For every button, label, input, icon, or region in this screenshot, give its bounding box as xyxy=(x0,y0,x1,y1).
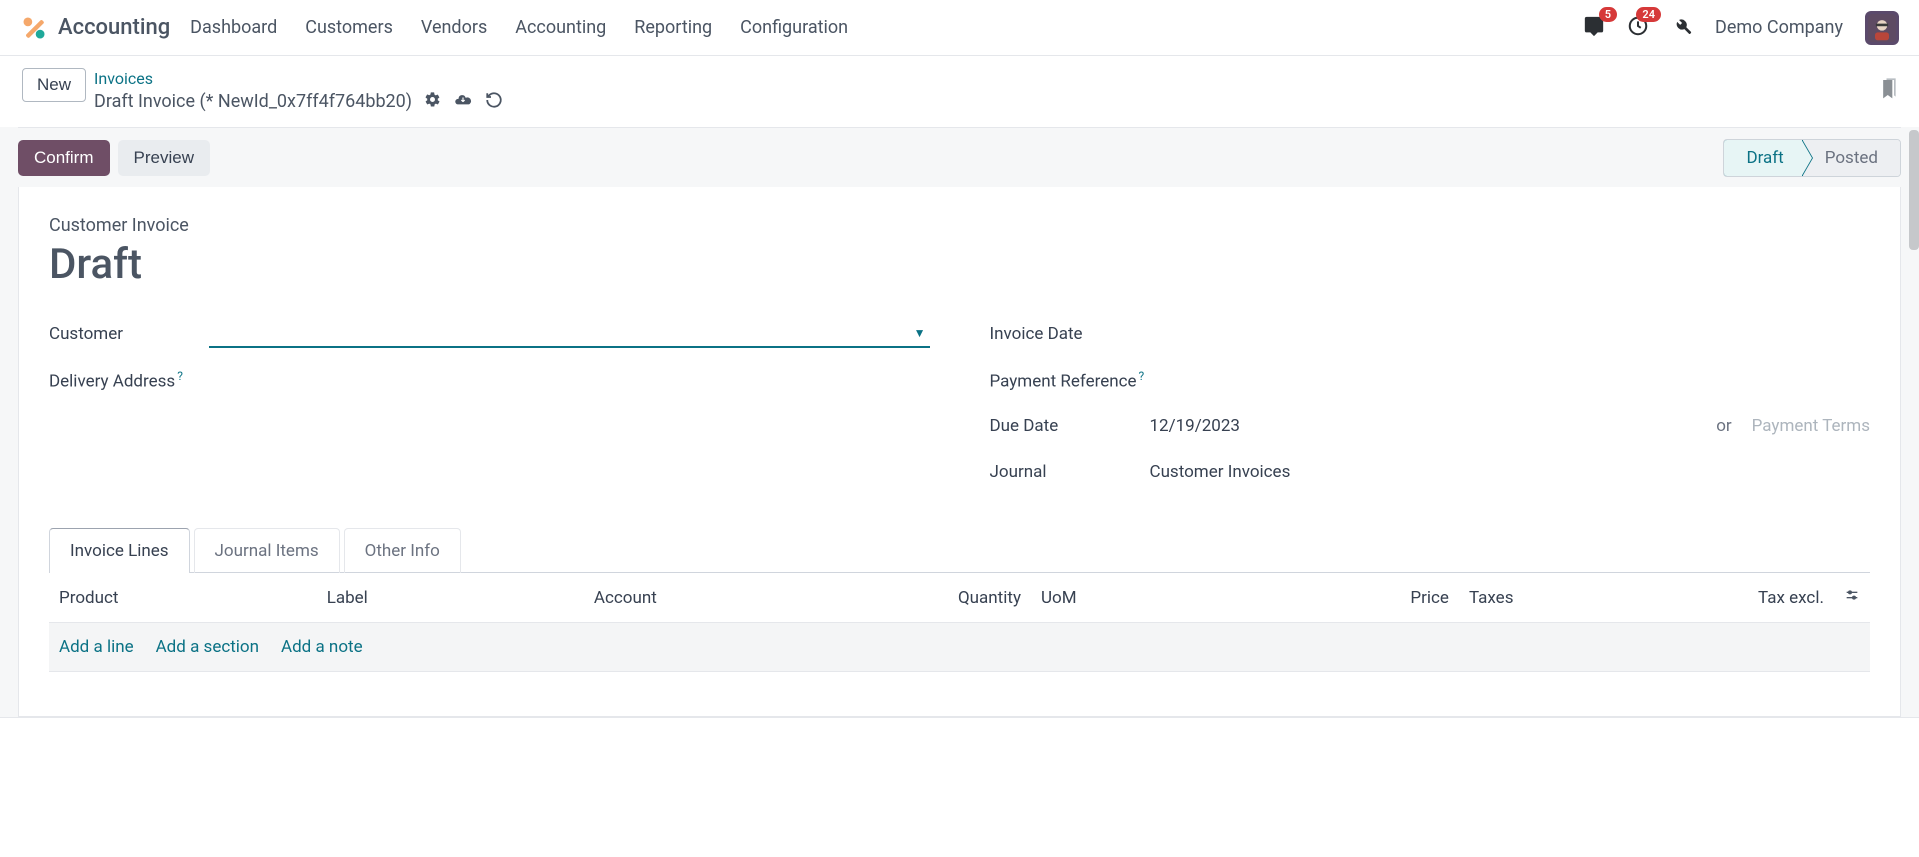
table-empty-row xyxy=(49,672,1870,716)
col-product[interactable]: Product xyxy=(49,573,317,623)
help-icon[interactable]: ? xyxy=(1139,369,1145,383)
help-icon[interactable]: ? xyxy=(177,369,183,383)
doc-type-label: Customer Invoice xyxy=(49,215,1870,236)
bookmark-icon[interactable] xyxy=(1879,78,1899,106)
customer-label: Customer xyxy=(49,324,209,344)
user-avatar[interactable] xyxy=(1865,11,1899,45)
tab-other-info[interactable]: Other Info xyxy=(344,528,461,573)
tab-invoice-lines[interactable]: Invoice Lines xyxy=(49,528,190,573)
col-label[interactable]: Label xyxy=(317,573,584,623)
breadcrumb-parent[interactable]: Invoices xyxy=(94,68,503,90)
main-menu: Dashboard Customers Vendors Accounting R… xyxy=(190,17,848,38)
app-title[interactable]: Accounting xyxy=(58,15,170,40)
menu-vendors[interactable]: Vendors xyxy=(421,17,487,38)
add-section-link[interactable]: Add a section xyxy=(156,637,259,657)
menu-configuration[interactable]: Configuration xyxy=(740,17,848,38)
activities-icon[interactable]: 24 xyxy=(1627,15,1649,41)
new-button[interactable]: New xyxy=(22,68,86,102)
menu-customers[interactable]: Customers xyxy=(305,17,393,38)
activities-badge: 24 xyxy=(1636,7,1661,22)
confirm-button[interactable]: Confirm xyxy=(18,140,110,176)
discard-undo-icon[interactable] xyxy=(485,91,503,115)
journal-label: Journal xyxy=(990,462,1150,482)
tools-icon[interactable] xyxy=(1671,15,1693,41)
left-column: Customer ▼ Delivery Address? xyxy=(49,311,930,495)
scrollbar[interactable] xyxy=(1909,130,1919,250)
preview-button[interactable]: Preview xyxy=(118,140,210,176)
status-bar: Confirm Preview Draft Posted xyxy=(18,127,1901,187)
invoice-date-label: Invoice Date xyxy=(990,324,1150,344)
brand-area: Accounting xyxy=(20,14,170,42)
payment-terms-field[interactable]: Payment Terms xyxy=(1752,416,1870,436)
payment-ref-label: Payment Reference? xyxy=(990,369,1150,392)
right-column: Invoice Date Payment Reference? Due Date… xyxy=(990,311,1871,495)
control-bar: New Invoices Draft Invoice (* NewId_0x7f… xyxy=(0,56,1919,127)
col-price[interactable]: Price xyxy=(1351,573,1459,623)
add-line-link[interactable]: Add a line xyxy=(59,637,134,657)
col-taxes[interactable]: Taxes xyxy=(1459,573,1726,623)
app-logo-icon[interactable] xyxy=(20,14,48,42)
delivery-address-label: Delivery Address? xyxy=(49,369,209,392)
menu-accounting[interactable]: Accounting xyxy=(515,17,606,38)
add-note-link[interactable]: Add a note xyxy=(281,637,363,657)
cloud-save-icon[interactable] xyxy=(453,90,473,116)
messages-badge: 5 xyxy=(1599,7,1617,22)
due-date-field[interactable]: 12/19/2023 xyxy=(1150,416,1240,436)
column-options-icon[interactable] xyxy=(1844,588,1860,608)
table-add-row: Add a line Add a section Add a note xyxy=(49,623,1870,672)
col-tax-excl[interactable]: Tax excl. xyxy=(1726,573,1834,623)
tab-bar: Invoice Lines Journal Items Other Info xyxy=(49,527,1870,573)
navbar-right: 5 24 Demo Company xyxy=(1583,11,1899,45)
status-step-posted[interactable]: Posted xyxy=(1803,140,1900,176)
doc-title: Draft xyxy=(49,240,1870,289)
top-navbar: Accounting Dashboard Customers Vendors A… xyxy=(0,0,1919,56)
journal-field[interactable]: Customer Invoices xyxy=(1150,462,1871,482)
form-sheet: Customer Invoice Draft Customer ▼ Delive… xyxy=(18,187,1901,717)
breadcrumb: Invoices Draft Invoice (* NewId_0x7ff4f7… xyxy=(94,68,503,115)
company-switcher[interactable]: Demo Company xyxy=(1715,17,1843,38)
customer-field[interactable]: ▼ xyxy=(209,320,930,348)
col-uom[interactable]: UoM xyxy=(1031,573,1351,623)
or-separator: or xyxy=(1716,416,1731,436)
col-quantity[interactable]: Quantity xyxy=(905,573,1031,623)
col-account[interactable]: Account xyxy=(584,573,905,623)
tab-journal-items[interactable]: Journal Items xyxy=(194,528,340,573)
status-steps: Draft Posted xyxy=(1723,139,1901,177)
due-date-label: Due Date xyxy=(990,416,1150,436)
messages-icon[interactable]: 5 xyxy=(1583,15,1605,41)
dropdown-caret-icon: ▼ xyxy=(914,326,926,340)
settings-gear-icon[interactable] xyxy=(424,91,441,114)
menu-dashboard[interactable]: Dashboard xyxy=(190,17,277,38)
menu-reporting[interactable]: Reporting xyxy=(634,17,712,38)
invoice-lines-table: Product Label Account Quantity UoM Price… xyxy=(49,573,1870,716)
status-step-draft[interactable]: Draft xyxy=(1723,139,1802,177)
breadcrumb-current: Draft Invoice (* NewId_0x7ff4f764bb20) xyxy=(94,90,412,114)
